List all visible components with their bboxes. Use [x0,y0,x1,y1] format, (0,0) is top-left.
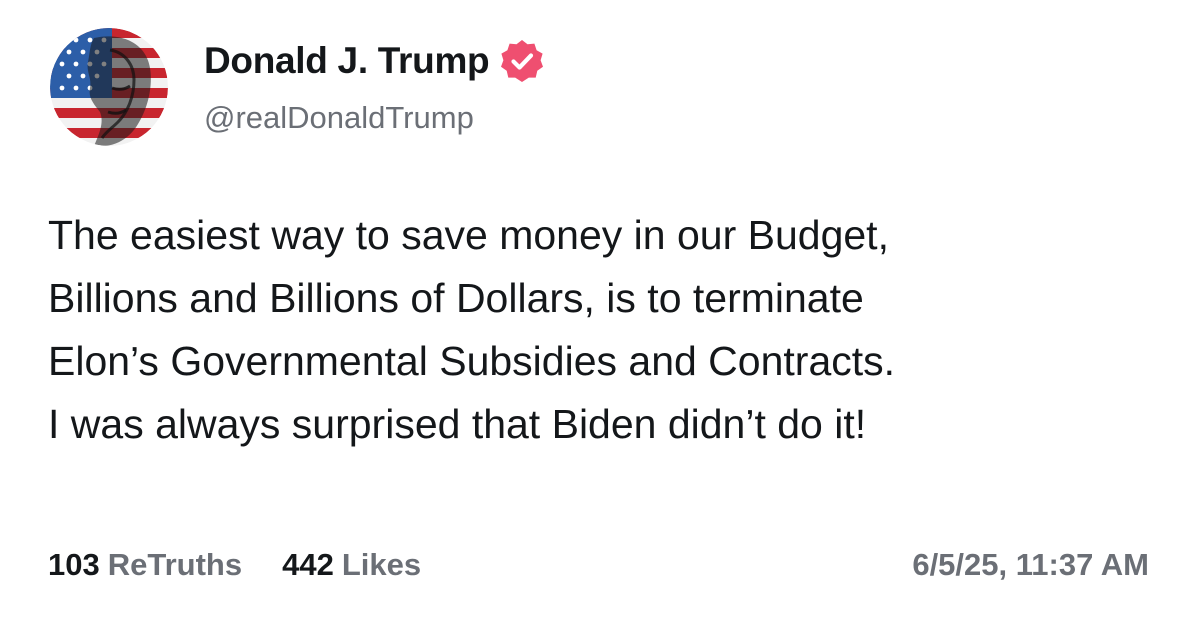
author-display-name[interactable]: Donald J. Trump [204,39,490,83]
retruths-label: ReTruths [107,547,243,582]
author-handle[interactable]: @realDonaldTrump [204,99,474,137]
likes-label: Likes [341,547,422,582]
verified-badge-icon [499,38,545,84]
post-stats: 103 ReTruths 442 Likes [48,545,421,585]
likes-count: 442 [282,547,334,582]
post-text-line: I was always surprised that Biden didn’t… [48,401,867,447]
author-name[interactable]: Donald J. Trump [204,38,545,84]
retruths-stat[interactable]: 103 ReTruths [48,545,242,585]
post-timestamp[interactable]: 6/5/25, 11:37 AM [912,545,1149,585]
avatar-image [50,28,168,146]
post-text-line: Elon’s Governmental Subsidies and Contra… [48,338,896,384]
post-text-line: The easiest way to save money in our Bud… [48,212,889,258]
truth-post: Donald J. Trump @realDonaldTrump The eas… [0,0,1199,619]
profile-avatar[interactable] [50,28,168,146]
retruths-count: 103 [48,547,100,582]
post-text: The easiest way to save money in our Bud… [48,204,1158,456]
likes-stat[interactable]: 442 Likes [282,545,421,585]
post-text-line: Billions and Billions of Dollars, is to … [48,275,864,321]
